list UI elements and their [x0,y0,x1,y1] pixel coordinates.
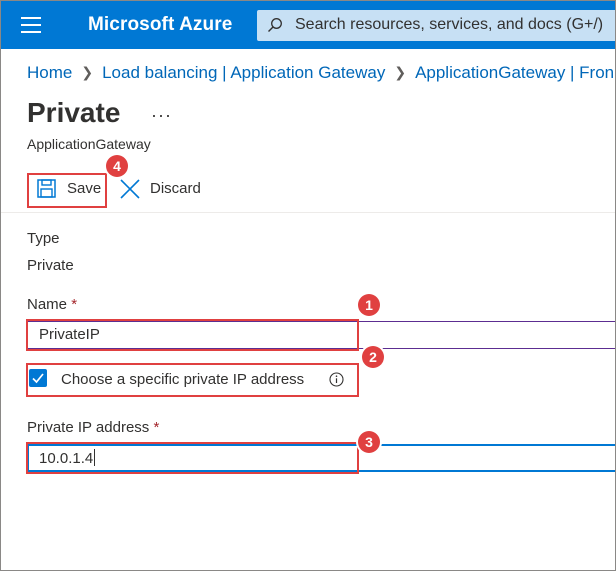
page-subtitle: ApplicationGateway [27,136,151,152]
more-options-button[interactable]: ··· [151,105,172,126]
discard-button[interactable]: Discard [119,173,209,206]
discard-label: Discard [150,180,201,197]
breadcrumb-load-balancing[interactable]: Load balancing | Application Gateway [102,63,385,82]
search-input[interactable]: Search resources, services, and docs (G+… [257,10,615,41]
breadcrumb: Home ❯ Load balancing | Application Gatewa… [27,63,614,83]
annotation-badge-3: 3 [358,431,380,453]
chevron-right-icon: ❯ [394,64,407,80]
toolbar-divider [1,212,615,213]
type-label: Type [27,230,60,247]
annotation-badge-1: 1 [358,294,380,316]
chevron-right-icon: ❯ [81,64,94,80]
portal-frame: Microsoft Azure Search resources, servic… [0,0,616,571]
search-icon [268,18,282,32]
annotation-box-save [27,173,107,208]
ip-label: Private IP address * [27,419,159,436]
annotation-box-ip [26,442,359,474]
top-bar: Microsoft Azure Search resources, servic… [1,1,615,49]
annotation-box-name [26,319,359,351]
type-value: Private [27,257,74,274]
ip-label-text: Private IP address [27,419,150,436]
annotation-badge-4: 4 [106,155,128,177]
brand-title[interactable]: Microsoft Azure [88,14,232,36]
annotation-badge-2: 2 [362,346,384,368]
breadcrumb-home[interactable]: Home [27,63,72,82]
name-label: Name * [27,296,77,313]
required-mark: * [153,419,160,436]
breadcrumb-application-gateway[interactable]: ApplicationGateway | Fron [415,63,614,82]
page-title: Private [27,97,121,128]
name-label-text: Name [27,296,68,313]
search-placeholder: Search resources, services, and docs (G+… [295,16,604,33]
close-icon [120,179,140,199]
required-mark: * [71,296,78,313]
annotation-box-checkbox [26,363,359,397]
menu-icon[interactable] [21,17,41,33]
